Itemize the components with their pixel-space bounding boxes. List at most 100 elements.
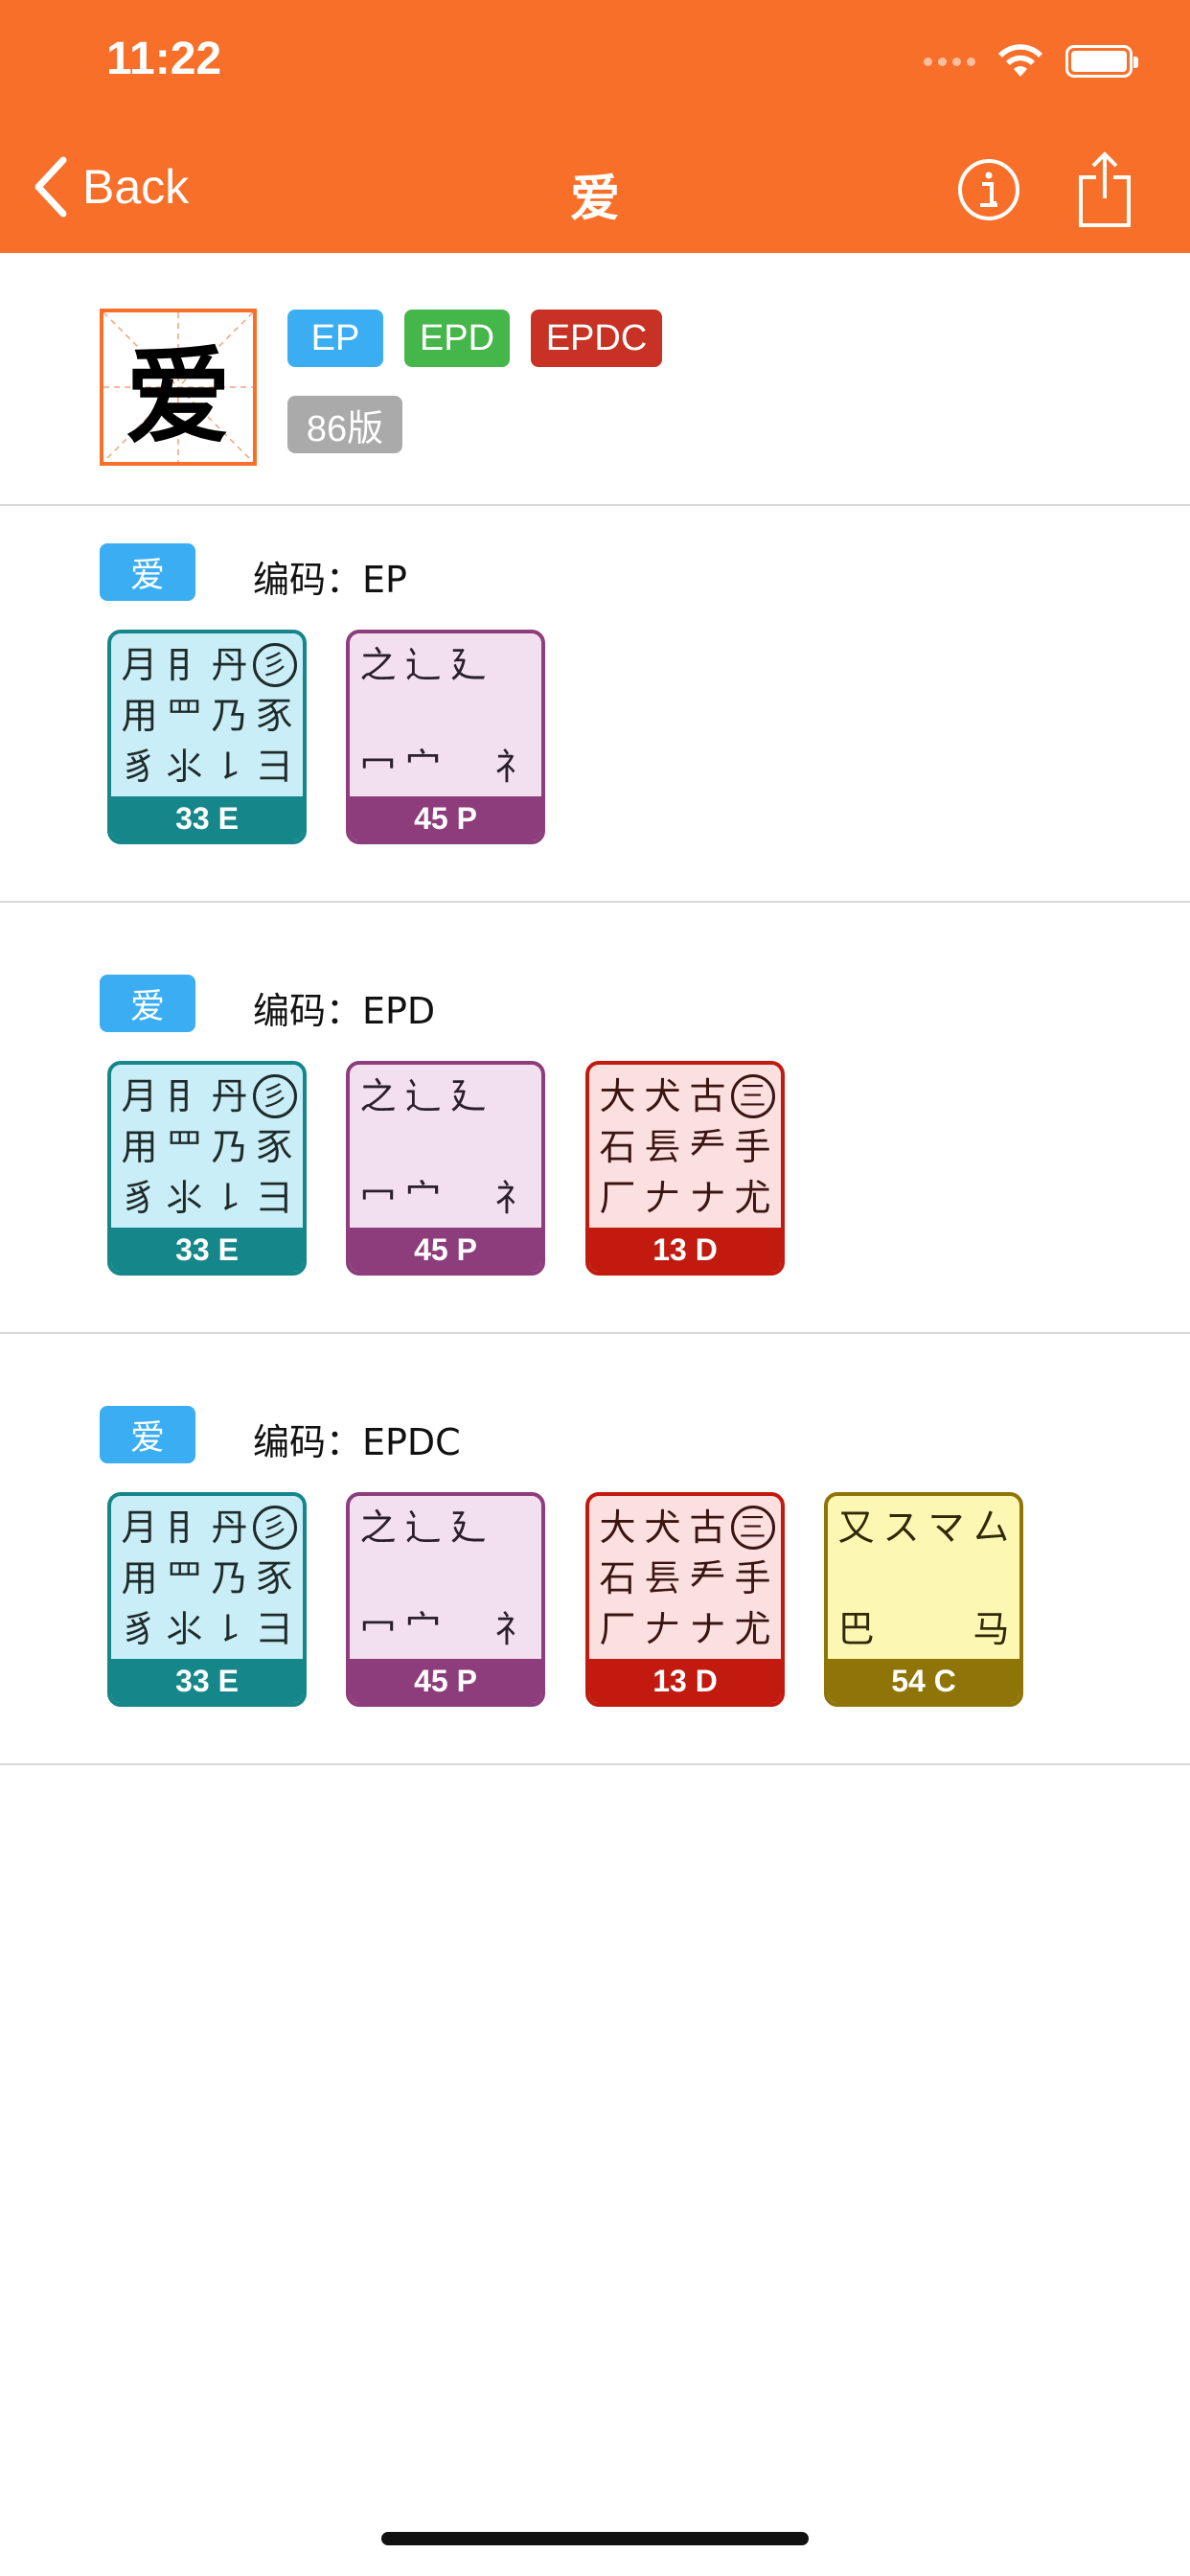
divider [0, 1763, 1190, 1765]
root: 马 [973, 1608, 1010, 1651]
root-card-d[interactable]: 大 犬 古 三 石 镸 龵 手 厂 𠂇 ナ 尤 13 D [585, 1061, 785, 1276]
root: ⺢ [166, 1177, 203, 1220]
section-tag: 爱 [100, 543, 195, 601]
root: ⺕ [256, 746, 293, 789]
tag-version: 86版 [287, 396, 402, 453]
root: 巴 [837, 1608, 875, 1651]
section-tag: 爱 [100, 1406, 195, 1463]
root-card-e[interactable]: 月 ⺝ 丹 彡 用 罒 乃 豕 豸 ⺢ ㇙ ⺕ 33 E [107, 1061, 307, 1276]
root: 古 [689, 1506, 726, 1549]
root-card-p[interactable]: 之 辶 廴 冖 宀 礻 45 P [346, 1492, 545, 1707]
section-code: 编码：EPDC [253, 1421, 461, 1463]
root: 之 [359, 1074, 397, 1117]
section-code: 编码：EP [253, 559, 407, 601]
circled-root: 彡 [252, 1505, 297, 1550]
tag-epdc[interactable]: EPDC [531, 310, 662, 367]
tag-ep[interactable]: EP [287, 310, 383, 367]
card-caption: 45 P [350, 796, 541, 840]
root: 冖 [359, 746, 397, 789]
root: 龵 [689, 1556, 726, 1599]
card-caption: 33 E [111, 1228, 303, 1272]
root: ⺕ [256, 1177, 293, 1220]
card-caption: 13 D [589, 1228, 781, 1272]
card-caption: 54 C [828, 1659, 1019, 1703]
character-box: 爱 [100, 309, 257, 466]
root: 乃 [211, 1556, 248, 1599]
root: 镸 [644, 1125, 681, 1168]
root: ⺝ [166, 1506, 203, 1549]
root: 尤 [734, 1177, 771, 1220]
root: 之 [359, 1506, 397, 1549]
battery-icon [1065, 45, 1138, 78]
divider [0, 504, 1190, 506]
root: 手 [734, 1556, 771, 1599]
root: 月 [121, 1506, 158, 1549]
root-grid: 大 犬 古 三 石 镸 龵 手 厂 𠂇 ナ 尤 [595, 1502, 775, 1655]
root: 厂 [599, 1608, 636, 1651]
circled-root: 三 [730, 1073, 775, 1118]
root-card-d[interactable]: 大 犬 古 三 石 镸 龵 手 厂 𠂇 ナ 尤 13 D [585, 1492, 785, 1707]
root: ⺕ [256, 1608, 293, 1651]
root: 手 [734, 1125, 771, 1168]
tag-epd[interactable]: EPD [404, 310, 510, 367]
root: ⺝ [166, 1074, 203, 1117]
root: 宀 [404, 1177, 442, 1220]
root-card-e[interactable]: 月 ⺝ 丹 彡 用 罒 乃 豕 豸 ⺢ ㇙ ⺕ 33 E [107, 1492, 307, 1707]
root: 𠂇 [644, 1608, 681, 1651]
root: 豕 [256, 1556, 293, 1599]
root: 冖 [359, 1177, 397, 1220]
divider [0, 901, 1190, 903]
card-caption: 45 P [350, 1659, 541, 1703]
root-card-p[interactable]: 之 辶 廴 冖 宀 礻 45 P [346, 630, 545, 844]
root-grid: 之 辶 廴 冖 宀 礻 [355, 1502, 536, 1655]
root: 乃 [211, 1125, 248, 1168]
root: ㇙ [211, 1608, 248, 1651]
root: 乃 [211, 694, 248, 737]
character: 爱 [126, 335, 231, 458]
root: 石 [599, 1125, 636, 1168]
root: 用 [121, 694, 158, 737]
circled-root: 彡 [252, 1073, 297, 1118]
root-card-e[interactable]: 月 ⺝ 丹 彡 用 罒 乃 豕 豸 ⺢ ㇙ ⺕ 33 E [107, 630, 307, 844]
circled-root: 三 [730, 1505, 775, 1550]
root-grid: 月 ⺝ 丹 彡 用 罒 乃 豕 豸 ⺢ ㇙ ⺕ [117, 1070, 297, 1224]
root: 豕 [256, 694, 293, 737]
root: 罒 [166, 1556, 203, 1599]
info-icon[interactable] [956, 157, 1021, 222]
root: 宀 [404, 746, 442, 789]
card-caption: 33 E [111, 796, 303, 840]
root: 豸 [121, 1177, 158, 1220]
root-card-p[interactable]: 之 辶 廴 冖 宀 礻 45 P [346, 1061, 545, 1276]
wifi-icon [998, 44, 1042, 77]
card-caption: 13 D [589, 1659, 781, 1703]
root: 石 [599, 1556, 636, 1599]
root: 厶 [973, 1506, 1010, 1549]
root: 古 [689, 1074, 726, 1117]
status-time: 11:22 [106, 34, 222, 84]
card-caption: 45 P [350, 1228, 541, 1272]
root: 礻 [494, 1177, 532, 1220]
root: 廴 [449, 1506, 487, 1549]
root: ナ [689, 1177, 726, 1220]
root: 犬 [644, 1506, 681, 1549]
root: ス [882, 1506, 920, 1549]
root: 𠂇 [644, 1177, 681, 1220]
root: 龵 [689, 1125, 726, 1168]
root: 宀 [404, 1608, 442, 1651]
root: 豸 [121, 746, 158, 789]
status-icons [924, 40, 1138, 82]
root: 廴 [449, 643, 487, 686]
root: ㇙ [211, 746, 248, 789]
root: 用 [121, 1125, 158, 1168]
root: 月 [121, 1074, 158, 1117]
root: 犬 [644, 1074, 681, 1117]
root-card-c[interactable]: 又 ス マ 厶 巴 马 54 C [824, 1492, 1023, 1707]
root: 冖 [359, 1608, 397, 1651]
home-indicator[interactable] [381, 2532, 809, 2545]
root: 大 [599, 1074, 636, 1117]
share-icon[interactable] [1075, 149, 1134, 229]
signal-icon [924, 57, 975, 66]
root-grid: 又 ス マ 厶 巴 马 [834, 1502, 1014, 1655]
root: 尤 [734, 1608, 771, 1651]
navigation-bar: 11:22 Back 爱 [0, 0, 1190, 253]
